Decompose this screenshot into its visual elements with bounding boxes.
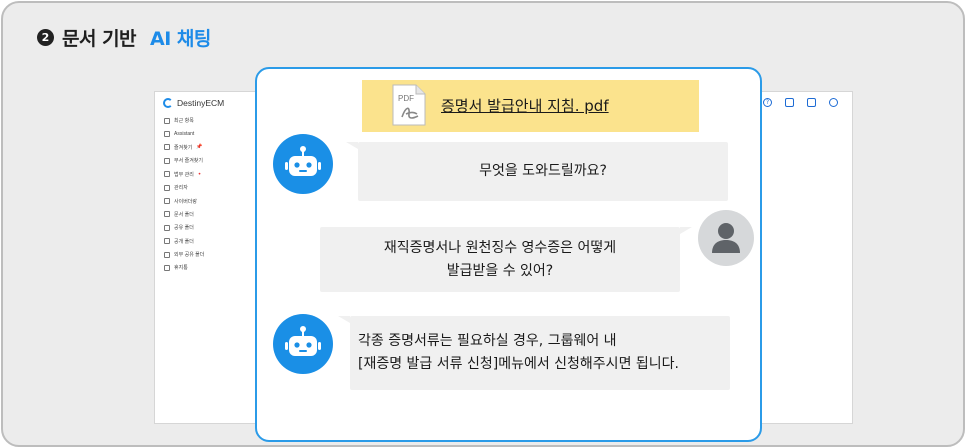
document-name-link[interactable]: 증명서 발급안내 지침. pdf [441, 95, 609, 116]
trash-icon [164, 264, 170, 271]
app-logo: DestinyECM [163, 98, 224, 108]
sidebar-item-external-folder[interactable]: 외부 공유 폴더 [164, 248, 204, 261]
sidebar-item-favorites[interactable]: 즐겨찾기 📌 [164, 141, 204, 154]
sidebar-item-label: 관리자 [174, 185, 188, 192]
message-line: [재증명 발급 서류 신청]메뉴에서 신청해주시면 됩니다. [358, 356, 679, 372]
star-icon [164, 144, 170, 151]
sidebar-item-label: 외부 공유 폴더 [174, 252, 205, 259]
monitor-icon[interactable] [785, 98, 794, 107]
sidebar-item-legal[interactable]: 법무 관리 • [164, 168, 204, 181]
feature-card: 2 문서 기반 AI 채팅 DestinyECM 최근 항목 Assistant… [1, 1, 965, 447]
sidebar-item-label: 부서 즐겨찾기 [174, 158, 203, 165]
message-line: 발급받을 수 있어? [446, 262, 554, 279]
folder-icon [164, 238, 170, 245]
robot-icon [285, 326, 321, 356]
step-number-badge: 2 [37, 29, 54, 46]
section-heading: 2 문서 기반 AI 채팅 [37, 24, 211, 51]
folder-icon [164, 251, 170, 258]
sidebar-item-label: 즐겨찾기 [174, 144, 193, 151]
folder-icon [164, 211, 170, 218]
message-line: 재직증명서나 원천징수 영수증은 어떻게 [383, 239, 617, 256]
brand-logo-icon [163, 98, 173, 108]
robot-icon [285, 146, 321, 176]
message-line: 각종 증명서류는 필요하실 경우, 그룹웨어 내 [358, 333, 617, 349]
sidebar-item-folder-1[interactable]: 사이버더랑 [164, 194, 204, 207]
sidebar-item-label: 공개 폴더 [174, 238, 194, 245]
sidebar-item-label: 문서 폴더 [174, 211, 194, 218]
sidebar-item-label: 휴지통 [174, 265, 188, 272]
sidebar: 최근 항목 Assistant 즐겨찾기 📌 부서 즐겨찾기 법무 관리 • 관리자… [164, 114, 204, 275]
folder-icon [164, 198, 170, 205]
pin-icon: 📌 [196, 144, 203, 151]
sidebar-item-assistant[interactable]: Assistant [164, 127, 204, 140]
sidebar-item-dept-favorites[interactable]: 부서 즐겨찾기 [164, 154, 204, 167]
user-message-bubble: 재직증명서나 원천징수 영수증은 어떻게 발급받을 수 있어? [320, 227, 692, 292]
folder-icon [164, 224, 170, 231]
sidebar-item-recent[interactable]: 최근 항목 [164, 114, 204, 127]
bubble-tail [338, 316, 350, 323]
sidebar-item-label: 법무 관리 [174, 171, 194, 178]
profile-icon[interactable] [829, 98, 838, 107]
folder-star-icon [164, 157, 170, 164]
pdf-label: PDF [398, 94, 414, 103]
inbox-icon[interactable] [807, 98, 816, 107]
sidebar-item-admin[interactable]: 관리자 [164, 181, 204, 194]
pdf-file-icon: PDF [392, 84, 426, 126]
sidebar-item-doc-folder[interactable]: 문서 폴더 [164, 208, 204, 221]
sidebar-item-public-folder[interactable]: 공개 폴더 [164, 235, 204, 248]
section-title: 문서 기반 [62, 28, 137, 50]
assistant-icon [164, 131, 170, 138]
sidebar-item-label: 최근 항목 [174, 118, 194, 125]
bot-message-bubble: 무엇을 도와드릴까요? [346, 142, 728, 201]
document-banner[interactable]: PDF 증명서 발급안내 지침. pdf [362, 80, 699, 132]
chat-panel: PDF 증명서 발급안내 지침. pdf 무엇을 도와드릴까요? 재직증명서나 … [255, 67, 762, 442]
section-title-accent: AI 채팅 [150, 28, 211, 50]
legal-icon [164, 171, 170, 178]
admin-icon [164, 184, 170, 191]
help-icon[interactable]: ? [763, 98, 772, 107]
person-icon [712, 223, 740, 253]
bubble-tail [680, 227, 692, 234]
notification-dot: • [197, 170, 202, 178]
sidebar-item-label: 사이버더랑 [174, 198, 198, 205]
message-line: 무엇을 도와드릴까요? [479, 163, 607, 179]
sidebar-item-trash[interactable]: 휴지통 [164, 261, 204, 274]
brand-name: DestinyECM [177, 98, 225, 108]
bot-message-bubble: 각종 증명서류는 필요하실 경우, 그룹웨어 내 [재증명 발급 서류 신청]메… [338, 316, 730, 390]
bot-avatar [273, 134, 333, 194]
sidebar-item-shared-folder[interactable]: 공유 폴더 [164, 221, 204, 234]
top-toolbar: ? [763, 98, 838, 107]
user-avatar [698, 210, 754, 266]
bubble-tail [346, 142, 358, 149]
clock-icon [164, 117, 170, 124]
bot-avatar [273, 314, 333, 374]
sidebar-item-label: 공유 폴더 [174, 225, 194, 232]
sidebar-item-label: Assistant [174, 131, 195, 138]
